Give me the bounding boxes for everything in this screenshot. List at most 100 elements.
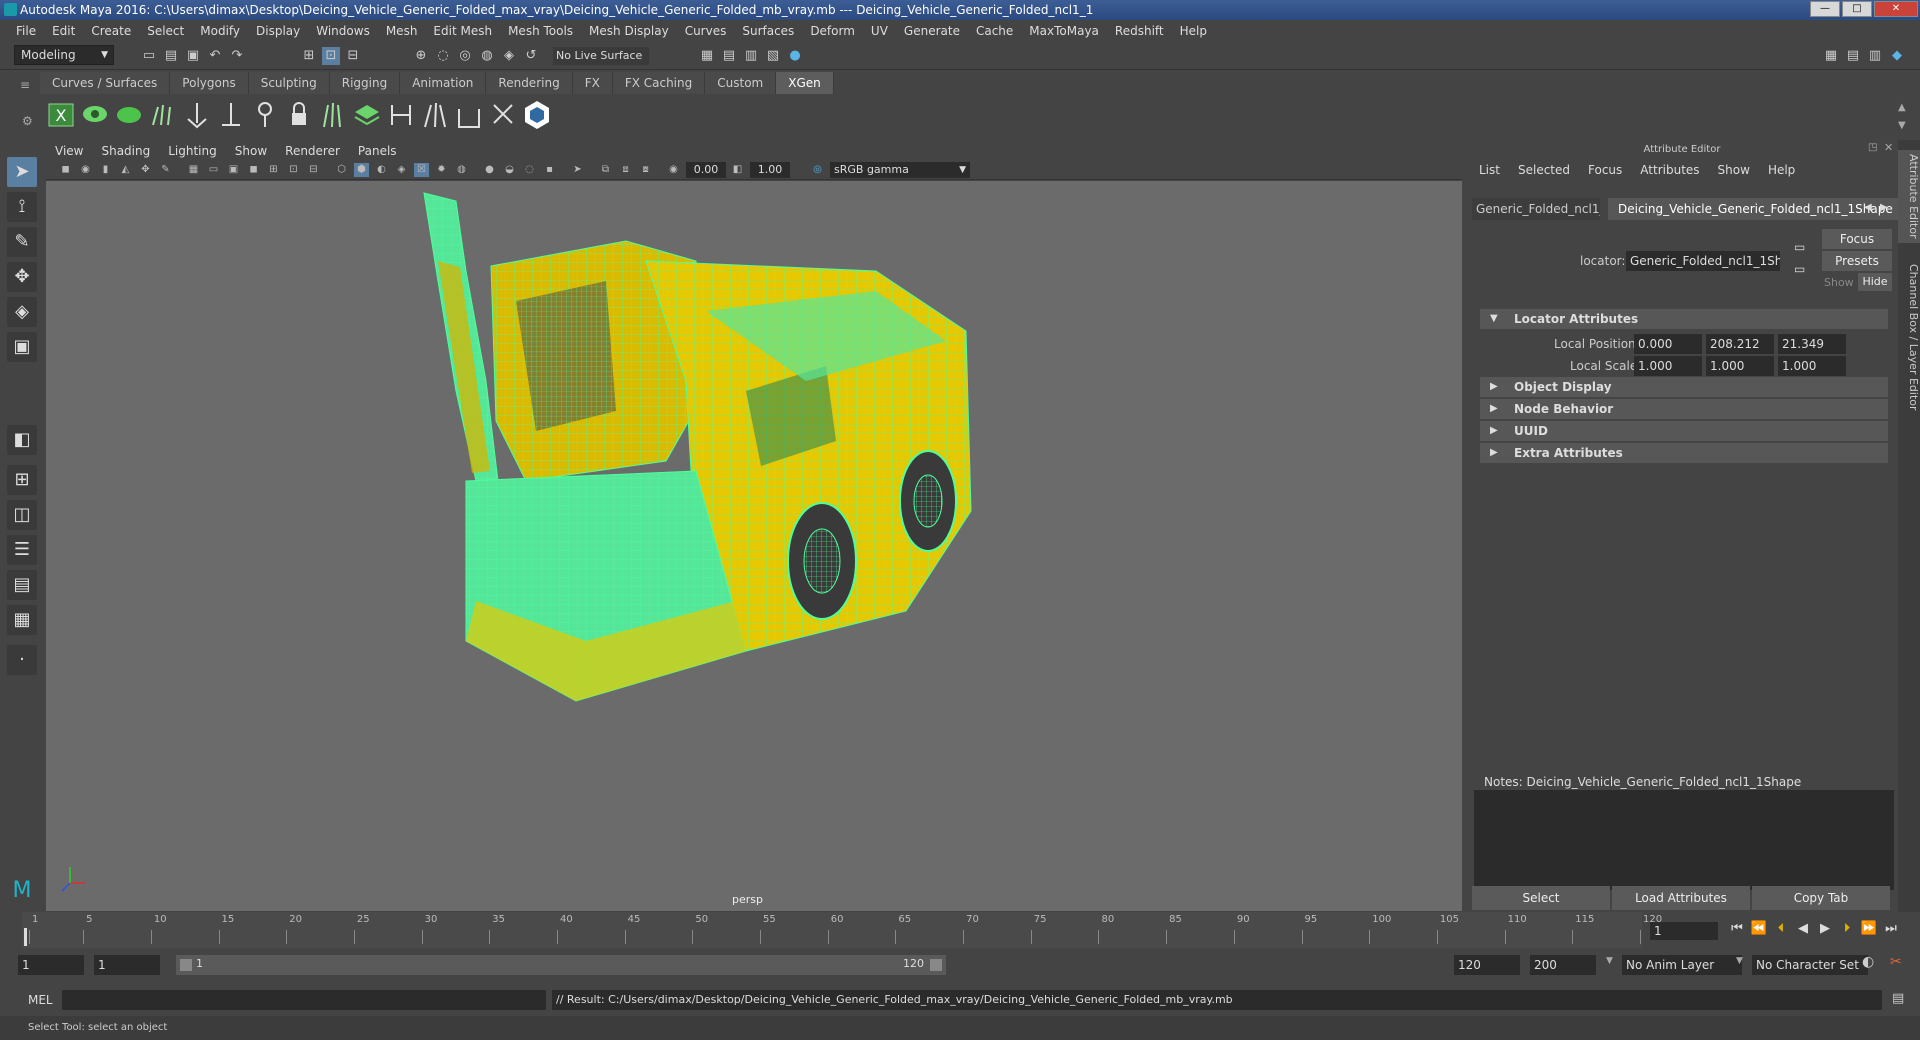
film-gate-icon[interactable]: ▭: [206, 163, 221, 177]
notes-textarea[interactable]: [1474, 790, 1894, 890]
wireframe-icon[interactable]: ⬡: [334, 163, 349, 177]
shadows-icon[interactable]: ✹: [434, 163, 449, 177]
current-frame-field[interactable]: 1: [1650, 922, 1718, 940]
image-plane-icon[interactable]: ◭: [118, 163, 133, 177]
undo-icon[interactable]: ↶: [206, 47, 224, 65]
menu-mesh[interactable]: Mesh: [378, 24, 426, 38]
menu-mesh-display[interactable]: Mesh Display: [581, 24, 677, 38]
field-chart-icon[interactable]: ⊞: [266, 163, 281, 177]
safe-action-icon[interactable]: ⊡: [286, 163, 301, 177]
section-node-behavior[interactable]: ▶ Node Behavior: [1480, 399, 1888, 419]
four-view-icon[interactable]: ⊞: [7, 465, 37, 495]
xgen-place-icon[interactable]: [216, 99, 246, 131]
textured-icon[interactable]: ◈: [394, 163, 409, 177]
new-scene-icon[interactable]: ▭: [140, 47, 158, 65]
section-extra-attributes[interactable]: ▶ Extra Attributes: [1480, 443, 1888, 463]
redo-icon[interactable]: ↷: [228, 47, 246, 65]
xgen-add-guide-icon[interactable]: [182, 99, 212, 131]
shelf-tab-custom[interactable]: Custom: [705, 72, 777, 94]
ae-menu-focus[interactable]: Focus: [1579, 163, 1631, 183]
menu-select[interactable]: Select: [139, 24, 192, 38]
minimize-button[interactable]: —: [1810, 1, 1840, 17]
shelf-menu-icon[interactable]: ≡: [20, 78, 30, 92]
chevron-down-icon[interactable]: ▼: [1736, 956, 1743, 966]
color-management-icon[interactable]: ◎: [810, 163, 825, 177]
perspective-viewport[interactable]: persp: [46, 181, 1462, 911]
two-view-icon[interactable]: ◫: [7, 500, 37, 530]
graph-view-icon[interactable]: ▤: [7, 570, 37, 600]
script-language[interactable]: MEL: [28, 993, 53, 1007]
tab-scroll-right-icon[interactable]: ▶: [1880, 202, 1888, 213]
local-position-y[interactable]: 208.212: [1706, 334, 1774, 354]
shelf-tab-animation[interactable]: Animation: [400, 72, 487, 94]
tab-scroll-left-icon[interactable]: ◀: [1864, 202, 1872, 213]
select-object-icon[interactable]: ⊡: [322, 47, 340, 65]
xray-icon[interactable]: ▪: [542, 163, 557, 177]
select-tool-icon[interactable]: ➤: [7, 157, 37, 187]
lasso-tool-icon[interactable]: ⟟: [7, 192, 37, 222]
local-scale-x[interactable]: 1.000: [1634, 356, 1702, 376]
viewport-menu-panels[interactable]: Panels: [349, 144, 406, 158]
snap-view-icon[interactable]: ◍: [478, 47, 496, 65]
shelf-scroll-down-icon[interactable]: ▼: [1898, 120, 1906, 131]
select-hierarchy-icon[interactable]: ⊞: [300, 47, 318, 65]
bookmark-icon[interactable]: ▮: [98, 163, 113, 177]
playback-end-field[interactable]: 120: [1454, 955, 1520, 975]
workspace-icon[interactable]: ▦: [1822, 47, 1840, 65]
shelf-tab-fx-caching[interactable]: FX Caching: [612, 72, 706, 94]
shelf-tab-polygons[interactable]: Polygons: [170, 72, 249, 94]
local-position-x[interactable]: 0.000: [1634, 334, 1702, 354]
locator-name-field[interactable]: Generic_Folded_ncl1_1Shape: [1626, 251, 1780, 271]
menu-curves[interactable]: Curves: [677, 24, 735, 38]
single-view-icon[interactable]: ◧: [7, 425, 37, 455]
render-frame-icon[interactable]: ▤: [720, 47, 738, 65]
presets-button[interactable]: Presets: [1822, 251, 1892, 271]
grid-icon[interactable]: ▦: [186, 163, 201, 177]
layout-options-icon[interactable]: ·: [7, 645, 37, 675]
show-button[interactable]: Show: [1824, 276, 1854, 289]
character-set-dropdown[interactable]: No Character Set: [1752, 955, 1868, 975]
shelf-tab-fx[interactable]: FX: [572, 72, 613, 94]
menu-edit[interactable]: Edit: [44, 24, 83, 38]
xray-active-icon[interactable]: ⧈: [618, 163, 633, 177]
xgen-grass-icon[interactable]: [318, 99, 348, 131]
menu-surfaces[interactable]: Surfaces: [734, 24, 802, 38]
section-object-display[interactable]: ▶ Object Display: [1480, 377, 1888, 397]
viewport-menu-shading[interactable]: Shading: [92, 144, 159, 158]
viewport-menu-view[interactable]: View: [46, 144, 92, 158]
xgen-lock-icon[interactable]: [284, 99, 314, 131]
local-scale-y[interactable]: 1.000: [1706, 356, 1774, 376]
save-scene-icon[interactable]: ▣: [184, 47, 202, 65]
xgen-guides-icon[interactable]: [148, 99, 178, 131]
outliner-icon[interactable]: ▥: [1866, 47, 1884, 65]
node-tab-transform[interactable]: Generic_Folded_ncl1_1: [1472, 198, 1600, 220]
close-button[interactable]: ✕: [1874, 1, 1918, 17]
isolate-select-icon[interactable]: ➤: [570, 163, 585, 177]
go-to-input-icon[interactable]: ▭: [1794, 240, 1805, 254]
toggle-panels-icon[interactable]: ▤: [1844, 47, 1862, 65]
exposure-field[interactable]: 0.00: [686, 162, 726, 178]
wireframe-on-shaded-icon[interactable]: ◐: [374, 163, 389, 177]
move-tool-icon[interactable]: ✥: [7, 262, 37, 292]
safe-title-icon[interactable]: ⊟: [306, 163, 321, 177]
paint-select-icon[interactable]: ✎: [7, 227, 37, 257]
xgen-length-icon[interactable]: [454, 99, 484, 131]
shelf-tab-xgen[interactable]: XGen: [776, 72, 834, 94]
scale-tool-icon[interactable]: ▣: [7, 332, 37, 362]
step-forward-key-icon[interactable]: ⏩: [1860, 920, 1878, 938]
xgen-preview-icon[interactable]: [80, 99, 110, 131]
menu-deform[interactable]: Deform: [802, 24, 863, 38]
snap-grid-icon[interactable]: ⊕: [412, 47, 430, 65]
side-tab-channel-box[interactable]: Channel Box / Layer Editor: [1898, 260, 1920, 415]
xgen-sculpt-icon[interactable]: [250, 99, 280, 131]
menu-display[interactable]: Display: [248, 24, 308, 38]
ae-menu-selected[interactable]: Selected: [1509, 163, 1579, 183]
xgen-cut-icon[interactable]: [420, 99, 450, 131]
shelf-tab-sculpting[interactable]: Sculpting: [248, 72, 330, 94]
viewport-menu-show[interactable]: Show: [226, 144, 276, 158]
gamma-icon[interactable]: ◧: [730, 163, 745, 177]
ae-menu-show[interactable]: Show: [1709, 163, 1759, 183]
hide-button[interactable]: Hide: [1858, 273, 1892, 291]
hypershade-icon[interactable]: ●: [786, 47, 804, 65]
layout-icon[interactable]: ◆: [1888, 47, 1906, 65]
